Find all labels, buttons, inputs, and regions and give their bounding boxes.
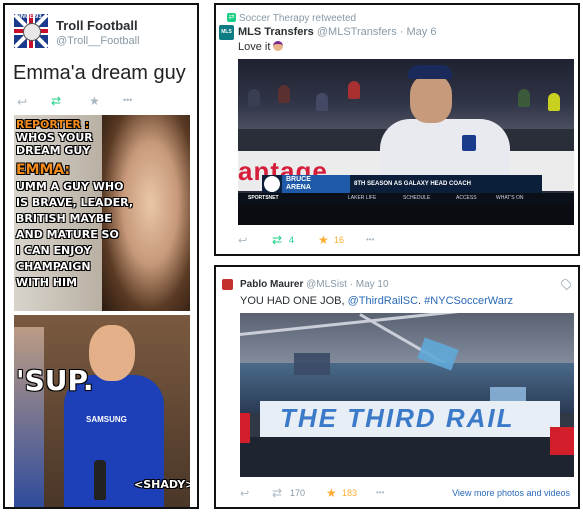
meme-emma-label: EMMA: xyxy=(16,162,71,178)
galaxy-logo-icon xyxy=(264,176,280,192)
retweeted-by-text: Soccer Therapy retweeted xyxy=(239,13,357,24)
tweet-text-prefix: YOU HAD ONE JOB, xyxy=(240,295,348,307)
video-chyron: BRUCE ARENA 8TH SEASON AS GALAXY HEAD CO… xyxy=(262,175,542,193)
author-handle[interactable]: @MLSist xyxy=(306,279,347,290)
reply-icon[interactable]: ↩ xyxy=(238,234,247,247)
meme-shady-text: <SHADY> xyxy=(134,478,190,491)
troll-face-icon xyxy=(23,23,41,41)
more-icon[interactable]: ••• xyxy=(123,95,132,105)
meme-reporter-line: WHOS YOUR xyxy=(16,131,93,144)
avatar[interactable] xyxy=(222,279,233,290)
chyron-last-name: ARENA xyxy=(286,184,311,191)
meme-answer-line: IS BRAVE, LEADER, xyxy=(16,196,134,209)
reply-icon[interactable]: ↩ xyxy=(17,95,27,109)
author-name[interactable]: Troll Football xyxy=(56,18,138,33)
meme-sup-text: 'SUP. xyxy=(16,364,94,397)
emma-photo xyxy=(102,115,190,311)
video-player[interactable]: antage BRUCE ARENA 8TH SEASON AS GALAXY … xyxy=(238,59,574,225)
avatar[interactable]: MLS xyxy=(219,25,234,40)
tweet-date[interactable]: May 10 xyxy=(356,279,389,290)
retweet-icon[interactable]: ⇄ xyxy=(272,486,282,500)
retweet-small-icon: ⇄ xyxy=(227,13,236,22)
tweet-card-mls-transfers: ⇄ Soccer Therapy retweeted MLS MLS Trans… xyxy=(214,3,580,256)
broadcast-menu-bar: SPORTSNET LAKER LIFE SCHEDULE ACCESS WHA… xyxy=(238,193,574,205)
meme-answer-line: AND MATURE SO xyxy=(16,228,119,241)
author-name[interactable]: Pablo Maurer xyxy=(240,279,303,290)
meme-answer-line: WITH HIM xyxy=(16,276,78,289)
menu-item: LAKER LIFE xyxy=(348,195,377,201)
chyron-first-name: BRUCE xyxy=(286,176,311,183)
galaxy-badge-icon xyxy=(462,135,476,151)
coach-figure xyxy=(380,65,510,193)
meme-reporter-line: DREAM GUY xyxy=(16,144,91,157)
woman-emoji-icon xyxy=(273,41,284,51)
tweet-card-pablo-maurer: Pablo Maurer @MLSist · May 10 YOU HAD ON… xyxy=(214,265,580,509)
tweet-header: Pablo Maurer @MLSist · May 10 xyxy=(240,279,389,290)
retweeted-by-line[interactable]: ⇄ Soccer Therapy retweeted xyxy=(227,13,356,24)
tweet-card-troll-football: SINCE 93 Troll Football @Troll__Football… xyxy=(3,3,199,509)
author-name[interactable]: MLS Transfers xyxy=(238,26,314,38)
meme-answer-line: UMM A GUY WHO xyxy=(16,180,124,193)
location-pin-icon[interactable] xyxy=(559,277,573,291)
meme-answer-line: I CAN ENJOY xyxy=(16,244,92,257)
mention-link[interactable]: @ThirdRailSC xyxy=(348,295,418,307)
tweet-text: YOU HAD ONE JOB, @ThirdRailSC. #NYCSocce… xyxy=(240,295,514,307)
more-icon[interactable]: ••• xyxy=(376,488,384,497)
meme-answer-line: BRITISH MAYBE xyxy=(16,212,112,225)
menu-item: ACCESS xyxy=(456,195,477,201)
tweet-date[interactable]: May 6 xyxy=(407,26,437,38)
favorite-icon[interactable]: ★ xyxy=(326,486,337,500)
meme-answer-line: CHAMPAIGN xyxy=(16,260,91,273)
meme-reporter-label: REPORTER : xyxy=(16,118,90,131)
author-handle[interactable]: @Troll__Football xyxy=(56,35,140,47)
favorite-count: 16 xyxy=(334,235,345,245)
favorite-icon[interactable]: ★ xyxy=(318,233,329,247)
tweet-text: Love it xyxy=(238,41,284,53)
view-more-link[interactable]: View more photos and videos xyxy=(452,488,570,498)
chyron-name: BRUCE ARENA xyxy=(282,175,350,193)
menu-item: WHAT'S ON xyxy=(496,195,524,201)
avatar[interactable]: SINCE 93 xyxy=(14,14,48,48)
retweet-count: 4 xyxy=(289,235,295,245)
more-icon[interactable]: ••• xyxy=(366,235,374,244)
menu-item: SCHEDULE xyxy=(403,195,431,201)
hashtag-link[interactable]: #NYCSoccerWarz xyxy=(424,295,513,307)
meme-image[interactable]: REPORTER : WHOS YOUR DREAM GUY EMMA: UMM… xyxy=(14,115,190,507)
author-handle[interactable]: @MLSTransfers xyxy=(317,26,397,38)
tweet-text-content: Love it xyxy=(238,41,271,53)
tweet-photo[interactable]: THE THIRD RAIL xyxy=(240,313,574,477)
retweet-icon[interactable]: ⇄ xyxy=(51,94,61,108)
tweet-header: MLS Transfers @MLSTransfers · May 6 xyxy=(238,26,437,38)
avatar-tag: SINCE 93 xyxy=(15,14,42,20)
champagne-bottle xyxy=(94,460,106,500)
tweet-text: Emma'a dream guy xyxy=(13,62,186,84)
retweet-icon[interactable]: ⇄ xyxy=(272,233,282,247)
favorite-icon[interactable]: ★ xyxy=(89,94,100,108)
network-logo: SPORTSNET xyxy=(248,195,279,201)
shirt-sponsor: SAMSUNG xyxy=(86,415,127,424)
favorite-count: 183 xyxy=(342,488,358,498)
reply-icon[interactable]: ↩ xyxy=(240,487,249,500)
retweet-count: 170 xyxy=(290,488,306,498)
chyron-title: 8TH SEASON AS GALAXY HEAD COACH xyxy=(354,181,472,187)
banner-text: THE THIRD RAIL xyxy=(280,403,515,433)
